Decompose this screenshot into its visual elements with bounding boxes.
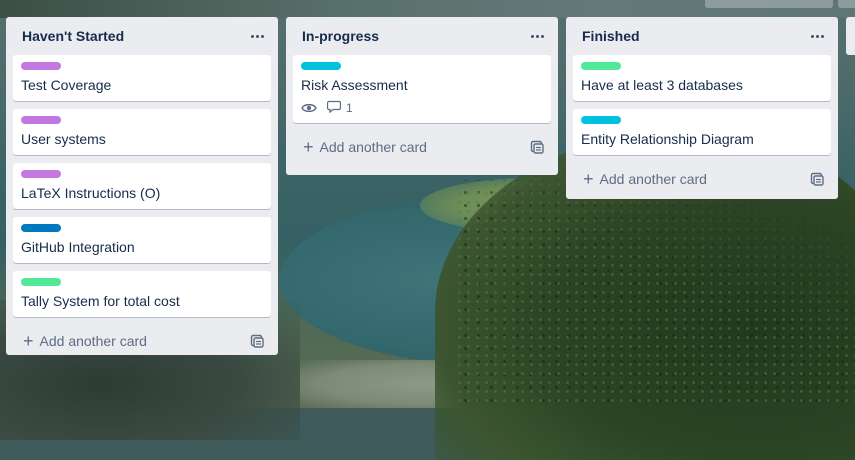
card[interactable]: Have at least 3 databases (573, 55, 831, 101)
list-title[interactable]: Finished (582, 28, 640, 44)
header-button[interactable] (838, 0, 855, 8)
add-card-button[interactable]: + Add another card (23, 331, 147, 351)
card-label-green[interactable] (581, 62, 621, 70)
card[interactable]: GitHub Integration (13, 217, 271, 263)
card-title: Have at least 3 databases (581, 77, 743, 93)
plus-icon: + (303, 137, 314, 157)
card-label-purple[interactable] (21, 62, 61, 70)
plus-icon: + (583, 169, 594, 189)
add-card-label: Add another card (599, 171, 707, 187)
list-havent-started: Haven't Started Test Coverage User syste… (6, 17, 278, 355)
eye-icon (301, 102, 317, 114)
card[interactable]: User systems (13, 109, 271, 155)
comments-badge: 1 (326, 100, 353, 116)
card-list: Test Coverage User systems LaTeX Instruc… (13, 55, 271, 317)
card-title: User systems (21, 131, 106, 147)
card-label-purple[interactable] (21, 116, 61, 124)
ellipsis-icon[interactable] (525, 24, 549, 48)
card-title: Entity Relationship Diagram (581, 131, 754, 147)
card-title: LaTeX Instructions (O) (21, 185, 161, 201)
add-card-label: Add another card (319, 139, 427, 155)
ellipsis-icon[interactable] (805, 24, 829, 48)
add-card-label: Add another card (39, 333, 147, 349)
card-template-icon[interactable] (809, 171, 825, 187)
card-title: GitHub Integration (21, 239, 135, 255)
card-label-blue[interactable] (21, 224, 61, 232)
plus-icon: + (23, 331, 34, 351)
card-list: Have at least 3 databases Entity Relatio… (573, 55, 831, 155)
card-badges: 1 (301, 100, 543, 116)
card-label-purple[interactable] (21, 170, 61, 178)
card[interactable]: LaTeX Instructions (O) (13, 163, 271, 209)
card-label-sky[interactable] (581, 116, 621, 124)
ellipsis-icon[interactable] (245, 24, 269, 48)
comment-count: 1 (346, 101, 353, 115)
card[interactable]: Test Coverage (13, 55, 271, 101)
list-header: Finished (573, 17, 831, 55)
speech-bubble-icon (326, 100, 342, 116)
card-composer: + Add another card (13, 325, 271, 357)
add-card-button[interactable]: + Add another card (583, 169, 707, 189)
background-trees (455, 180, 855, 408)
list-header: In-progress (293, 17, 551, 55)
add-list-button[interactable] (846, 17, 855, 55)
card-label-sky[interactable] (301, 62, 341, 70)
card[interactable]: Risk Assessment 1 (293, 55, 551, 123)
list-in-progress: In-progress Risk Assessment 1 + Add anot… (286, 17, 558, 175)
card-label-green[interactable] (21, 278, 61, 286)
card-list: Risk Assessment 1 (293, 55, 551, 123)
card-title: Test Coverage (21, 77, 112, 93)
add-card-button[interactable]: + Add another card (303, 137, 427, 157)
card-composer: + Add another card (293, 131, 551, 163)
list-finished: Finished Have at least 3 databases Entit… (566, 17, 838, 199)
card-title: Risk Assessment (301, 77, 408, 93)
card-composer: + Add another card (573, 163, 831, 195)
list-title[interactable]: Haven't Started (22, 28, 124, 44)
list-title[interactable]: In-progress (302, 28, 379, 44)
card-template-icon[interactable] (529, 139, 545, 155)
card-template-icon[interactable] (249, 333, 265, 349)
header-button[interactable] (705, 0, 833, 8)
card-title: Tally System for total cost (21, 293, 180, 309)
card[interactable]: Entity Relationship Diagram (573, 109, 831, 155)
card[interactable]: Tally System for total cost (13, 271, 271, 317)
list-header: Haven't Started (13, 17, 271, 55)
